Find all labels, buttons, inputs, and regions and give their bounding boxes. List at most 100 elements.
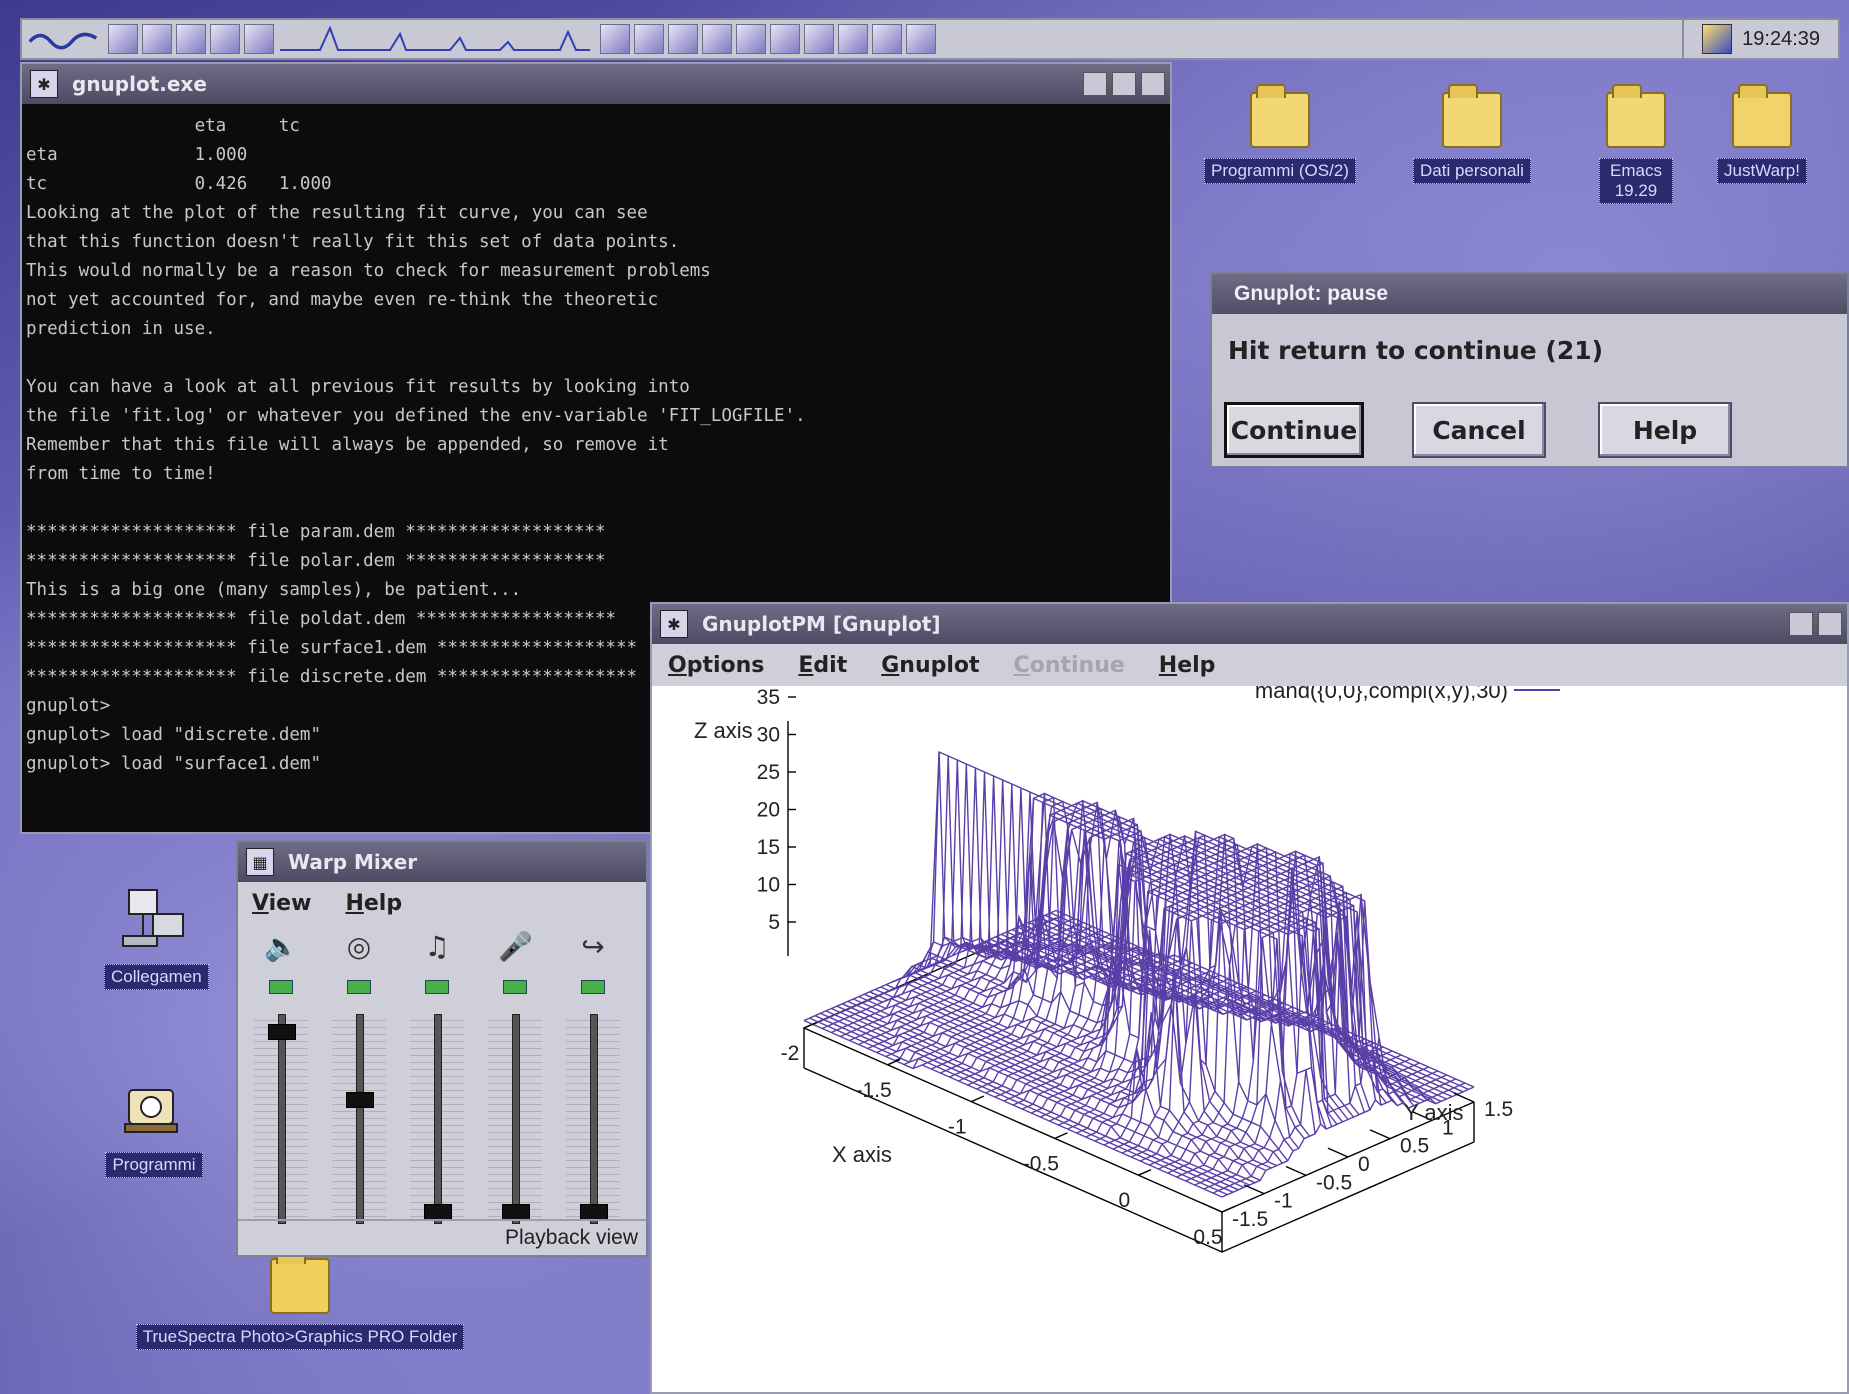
app-launcher-icon[interactable]: [736, 24, 766, 54]
gnuplot-pm-titlebar[interactable]: ✱ GnuplotPM [Gnuplot]: [652, 604, 1847, 644]
channel-mute-led[interactable]: [581, 980, 605, 994]
desktop-icon-label: Dati personali: [1413, 158, 1531, 184]
app-launcher-icon[interactable]: [176, 24, 206, 54]
folder-icon: [1250, 84, 1310, 148]
desktop-icon-dati-personali[interactable]: Dati personali: [1392, 84, 1552, 184]
app-launcher-icon[interactable]: [244, 24, 274, 54]
x-tick-label: -1: [948, 1116, 967, 1139]
console-titlebar[interactable]: ✱ gnuplot.exe: [22, 64, 1170, 104]
app-launcher-icon[interactable]: [702, 24, 732, 54]
console-title: gnuplot.exe: [72, 72, 207, 96]
folder-icon: [1606, 84, 1666, 148]
app-launcher-icon[interactable]: [210, 24, 240, 54]
continue-button[interactable]: Continue: [1224, 402, 1364, 458]
console-line: This is a big one (many samples), be pat…: [26, 580, 522, 600]
desktop-icon-label: Programmi: [105, 1152, 203, 1178]
app-launcher-icon[interactable]: [668, 24, 698, 54]
minimize-button[interactable]: [1112, 72, 1136, 96]
volume-slider-track[interactable]: [278, 1014, 286, 1224]
pause-dialog[interactable]: Gnuplot: pause Hit return to continue (2…: [1210, 272, 1849, 468]
app-launcher-icon[interactable]: [142, 24, 172, 54]
cancel-button[interactable]: Cancel: [1412, 402, 1546, 458]
microphone-icon[interactable]: 🎤: [498, 930, 533, 964]
speaker-icon[interactable]: 🔈: [264, 930, 299, 964]
menu-view[interactable]: View: [252, 891, 311, 916]
system-menu-icon[interactable]: ✱: [30, 70, 58, 98]
app-launcher-icon[interactable]: [804, 24, 834, 54]
hide-button[interactable]: [1083, 72, 1107, 96]
menu-help[interactable]: Help: [345, 891, 402, 916]
programs-icon: [124, 1089, 178, 1133]
desktop-icon-label: TrueSpectra Photo>Graphics PRO Folder: [135, 1324, 465, 1350]
desktop-icon-collegamenti[interactable]: Collegamen: [104, 884, 209, 990]
mixer-titlebar[interactable]: ▦ Warp Mixer: [238, 842, 646, 882]
legend-label: mand({0,0},compl(x,y),30): [1255, 686, 1508, 703]
z-axis-label: Z axis: [694, 718, 753, 743]
x-tick-label: -0.5: [1023, 1152, 1059, 1175]
maximize-button[interactable]: [1818, 612, 1842, 636]
gnuplot-pm-title: GnuplotPM [Gnuplot]: [702, 612, 941, 636]
volume-slider-handle[interactable]: [502, 1204, 530, 1221]
x-tick-label: 0: [1119, 1189, 1131, 1212]
console-line: Remember that this file will always be a…: [26, 435, 669, 455]
x-tick-label: -2: [781, 1042, 800, 1065]
menu-gnuplot[interactable]: Gnuplot: [881, 653, 979, 678]
desktop-icon-programmi-os2[interactable]: Programmi (OS/2): [1180, 84, 1380, 184]
channel-mute-led[interactable]: [347, 980, 371, 994]
volume-slider-track[interactable]: [512, 1014, 520, 1224]
line-in-icon[interactable]: ↪: [576, 930, 610, 964]
help-button[interactable]: Help: [1598, 402, 1732, 458]
desktop-icon-justwarp[interactable]: JustWarp!: [1702, 84, 1822, 184]
channel-mute-led[interactable]: [269, 980, 293, 994]
clock: 19:24:39: [1682, 20, 1838, 58]
mixer-system-icon[interactable]: ▦: [246, 848, 274, 876]
gnuplot-pm-window[interactable]: ✱ GnuplotPM [Gnuplot] Options Edit Gnuplot…: [650, 602, 1849, 1394]
console-line: the file 'fit.log' or whatever you defin…: [26, 406, 806, 426]
volume-slider-handle[interactable]: [424, 1204, 452, 1221]
network-connections-icon: [122, 889, 184, 947]
maximize-button[interactable]: [1141, 72, 1165, 96]
desktop-icon-truespectra[interactable]: TrueSpectra Photo>Graphics PRO Folder: [90, 1250, 510, 1350]
volume-slider-track[interactable]: [356, 1014, 364, 1224]
app-launcher-icon[interactable]: [838, 24, 868, 54]
desktop-icon-emacs[interactable]: Emacs 19.29: [1596, 84, 1676, 204]
console-line: tc 0.426 1.000: [26, 174, 332, 194]
minimize-button[interactable]: [1789, 612, 1813, 636]
console-line: ******************** file polar.dem ****…: [26, 551, 606, 571]
cd-icon[interactable]: ◎: [342, 930, 376, 964]
clock-icon: [1702, 24, 1733, 54]
menu-help[interactable]: Help: [1159, 653, 1216, 678]
app-launcher-icon[interactable]: [906, 24, 936, 54]
y-tick-label: 0.5: [1400, 1135, 1429, 1158]
surface-mesh: [803, 750, 1475, 1198]
app-launcher-icon[interactable]: [770, 24, 800, 54]
system-menu-icon[interactable]: ✱: [660, 610, 688, 638]
volume-slider-handle[interactable]: [580, 1204, 608, 1221]
app-launcher-icon[interactable]: [634, 24, 664, 54]
music-note-icon[interactable]: ♫: [420, 930, 454, 964]
surface-plot: 5 10 15 20 25 30 35 -2 -1.5 -1 -0.5 0 0.5 -1.5 -1 -0.5 0…: [694, 686, 1560, 1253]
app-launcher-icon[interactable]: [108, 24, 138, 54]
desktop-icon-programmi[interactable]: Programmi: [104, 1072, 204, 1178]
y-tick-label: 1.5: [1484, 1098, 1513, 1121]
volume-slider-handle[interactable]: [268, 1023, 296, 1040]
volume-slider-track[interactable]: [590, 1014, 598, 1224]
volume-slider-track[interactable]: [434, 1014, 442, 1224]
app-launcher-icon[interactable]: [872, 24, 902, 54]
console-line: eta 1.000: [26, 145, 248, 165]
volume-slider-handle[interactable]: [346, 1091, 374, 1108]
channel-mute-led[interactable]: [503, 980, 527, 994]
menu-edit[interactable]: Edit: [798, 653, 847, 678]
menu-options[interactable]: Options: [668, 653, 764, 678]
pause-dialog-titlebar[interactable]: Gnuplot: pause: [1212, 274, 1847, 314]
warp-mixer-window[interactable]: ▦ Warp Mixer View Help 🔈 ◎ ♫ 🎤 ↪ Playback vi…: [236, 840, 648, 1257]
console-line: eta tc: [26, 116, 300, 136]
z-tick-label: 30: [757, 724, 780, 747]
mixer-title: Warp Mixer: [288, 850, 418, 874]
channel-mute-led[interactable]: [425, 980, 449, 994]
app-launcher-icon[interactable]: [600, 24, 630, 54]
console-line: You can have a look at all previous fit …: [26, 377, 690, 397]
mixer-channel: ◎: [324, 930, 394, 1225]
truespectra-folder-icon: [270, 1250, 330, 1314]
z-tick-label: 5: [768, 911, 780, 934]
